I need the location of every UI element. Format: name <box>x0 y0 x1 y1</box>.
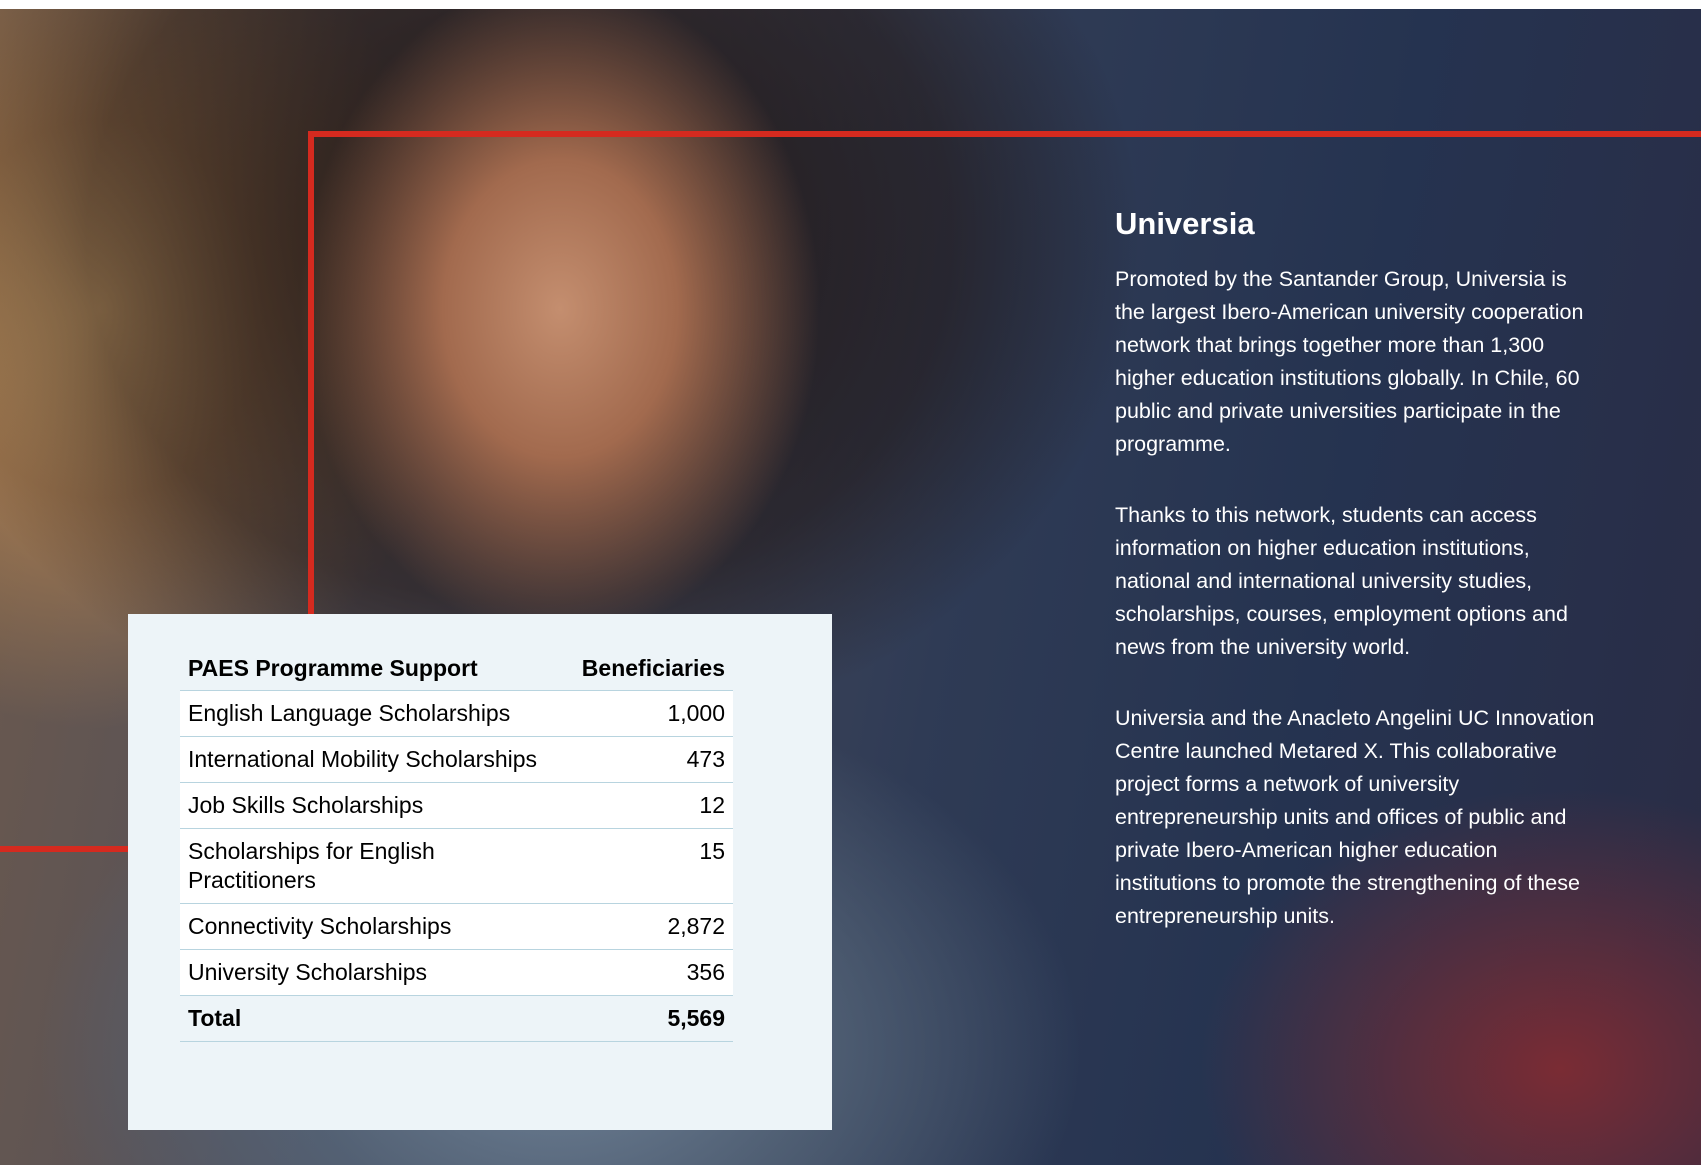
row-label: International Mobility Scholarships <box>180 736 556 783</box>
table-row: International Mobility Scholarships 473 <box>180 736 733 783</box>
beneficiaries-column-header: Beneficiaries <box>556 644 733 691</box>
beneficiaries-table-card: PAES Programme Support Beneficiaries Eng… <box>128 614 832 1130</box>
total-value: 5,569 <box>556 995 733 1042</box>
programme-column-header: PAES Programme Support <box>180 644 556 691</box>
table-row: Scholarships for English Practitioners 1… <box>180 828 733 904</box>
row-value: 1,000 <box>556 690 733 737</box>
universia-article: Universia Promoted by the Santander Grou… <box>1115 205 1595 971</box>
row-label: Connectivity Scholarships <box>180 903 556 950</box>
article-paragraph: Universia and the Anacleto Angelini UC I… <box>1115 706 1595 928</box>
row-value: 473 <box>556 736 733 783</box>
article-paragraph: Thanks to this network, students can acc… <box>1115 503 1568 659</box>
table-row: Connectivity Scholarships 2,872 <box>180 903 733 950</box>
total-label: Total <box>180 995 556 1042</box>
table-row: English Language Scholarships 1,000 <box>180 690 733 737</box>
table-total-row: Total 5,569 <box>180 995 733 1042</box>
row-value: 356 <box>556 949 733 996</box>
table-row: University Scholarships 356 <box>180 949 733 996</box>
red-accent-line-vertical <box>308 131 314 619</box>
row-value: 15 <box>556 828 733 904</box>
row-value: 12 <box>556 782 733 829</box>
table-row: Job Skills Scholarships 12 <box>180 782 733 829</box>
row-label: Scholarships for English Practitioners <box>180 828 556 904</box>
row-label: University Scholarships <box>180 949 556 996</box>
row-label: English Language Scholarships <box>180 690 556 737</box>
row-value: 2,872 <box>556 903 733 950</box>
table-header-row: PAES Programme Support Beneficiaries <box>180 644 733 691</box>
article-paragraph: Promoted by the Santander Group, Univers… <box>1115 267 1584 456</box>
row-label: Job Skills Scholarships <box>180 782 556 829</box>
red-accent-line-left <box>0 846 128 852</box>
beneficiaries-table: PAES Programme Support Beneficiaries Eng… <box>180 644 733 1042</box>
red-accent-line-horizontal <box>308 131 1701 137</box>
article-title: Universia <box>1115 206 1255 241</box>
